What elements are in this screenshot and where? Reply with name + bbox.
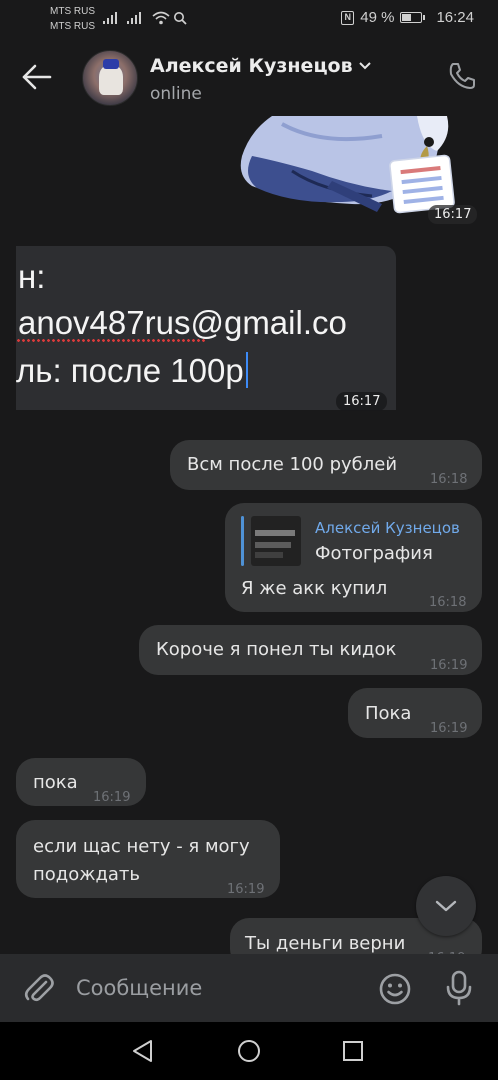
message-time: 16:19 [93,790,131,805]
photo-text-line-3-wrap: ль: после 100р [16,352,248,390]
wifi-icon [152,11,170,25]
arrow-left-icon[interactable] [20,62,56,92]
spellcheck-underline [16,338,206,343]
reply-type: Фотография [315,543,433,564]
contact-status: online [150,84,202,104]
status-bar: MTS RUS MTS RUS N 49 % 16:24 [0,0,498,38]
message-bubble-outgoing[interactable]: Короче я понел ты кидок 16:19 [139,625,482,675]
chevron-down-icon [435,900,457,912]
message-input[interactable] [76,968,366,1008]
nfc-icon: N [341,10,355,25]
signal-icon [103,12,117,24]
photo-message[interactable]: н: anov487rus@gmail.co ль: после 100р [16,246,396,410]
message-bubble-incoming[interactable]: пока 16:19 [16,758,146,806]
phone-icon[interactable] [446,60,478,92]
reply-author: Алексей Кузнецов [315,519,460,537]
photo-text-line-2: anov487rus@gmail.co [18,304,347,341]
message-text: Пока [365,703,412,724]
message-composer [0,954,498,1022]
reply-bar [241,516,244,566]
text-cursor [245,352,248,388]
message-time: 16:19 [227,882,265,897]
smiley-icon[interactable] [378,972,412,1006]
message-time: 16:19 [430,721,468,736]
message-bubble-reply[interactable]: Алексей Кузнецов Фотография Я же акк куп… [225,503,482,612]
status-right: N 49 % 16:24 [341,9,474,26]
avatar-figure-hat [103,59,119,69]
message-text: Всм после 100 рублей [187,454,398,475]
sticker-timestamp: 16:17 [428,205,478,224]
chevron-down-icon [358,62,371,70]
contact-name-text: Алексей Кузнецов [150,55,353,77]
carrier-label-2: MTS RUS [50,21,95,32]
signal-icon-2 [127,12,141,24]
message-time: 16:18 [430,472,468,487]
message-time: 16:19 [430,658,468,673]
message-text: пока [33,772,78,793]
scroll-down-button[interactable] [416,876,476,936]
carrier-label-1: MTS RUS [50,6,95,17]
message-text-line-2: подождать [33,864,141,885]
photo-text-line-1: н: [18,258,46,295]
message-bubble-outgoing[interactable]: Всм после 100 рублей 16:18 [170,440,482,490]
reply-thumbnail[interactable] [251,516,301,566]
message-time: 16:18 [429,595,467,610]
nav-home-icon[interactable] [236,1038,262,1064]
nav-back-icon[interactable] [130,1038,156,1064]
chat-header: Алексей Кузнецов online [0,38,498,116]
photo-timestamp: 16:17 [336,392,388,411]
search-icon [174,12,187,25]
contact-name[interactable]: Алексей Кузнецов [150,55,371,77]
battery-icon [400,12,426,23]
clock: 16:24 [436,9,474,26]
battery-percent: 49 % [360,9,395,26]
message-text: Ты деньги верни [245,933,406,954]
message-bubble-incoming[interactable]: если щас нету - я могу подождать 16:19 [16,820,280,898]
message-text: Я же акк купил [241,578,388,599]
avatar-figure [99,65,123,95]
avatar[interactable] [82,50,138,106]
message-text: Короче я понел ты кидок [156,639,397,660]
photo-text-line-3: ль: после 100р [16,352,244,389]
microphone-icon[interactable] [444,970,474,1006]
paperclip-icon[interactable] [22,972,56,1006]
message-text-line-1: если щас нету - я могу [33,836,250,857]
nav-recents-icon[interactable] [342,1040,364,1062]
message-bubble-outgoing[interactable]: Пока 16:19 [348,688,482,738]
system-nav-bar [0,1022,498,1080]
